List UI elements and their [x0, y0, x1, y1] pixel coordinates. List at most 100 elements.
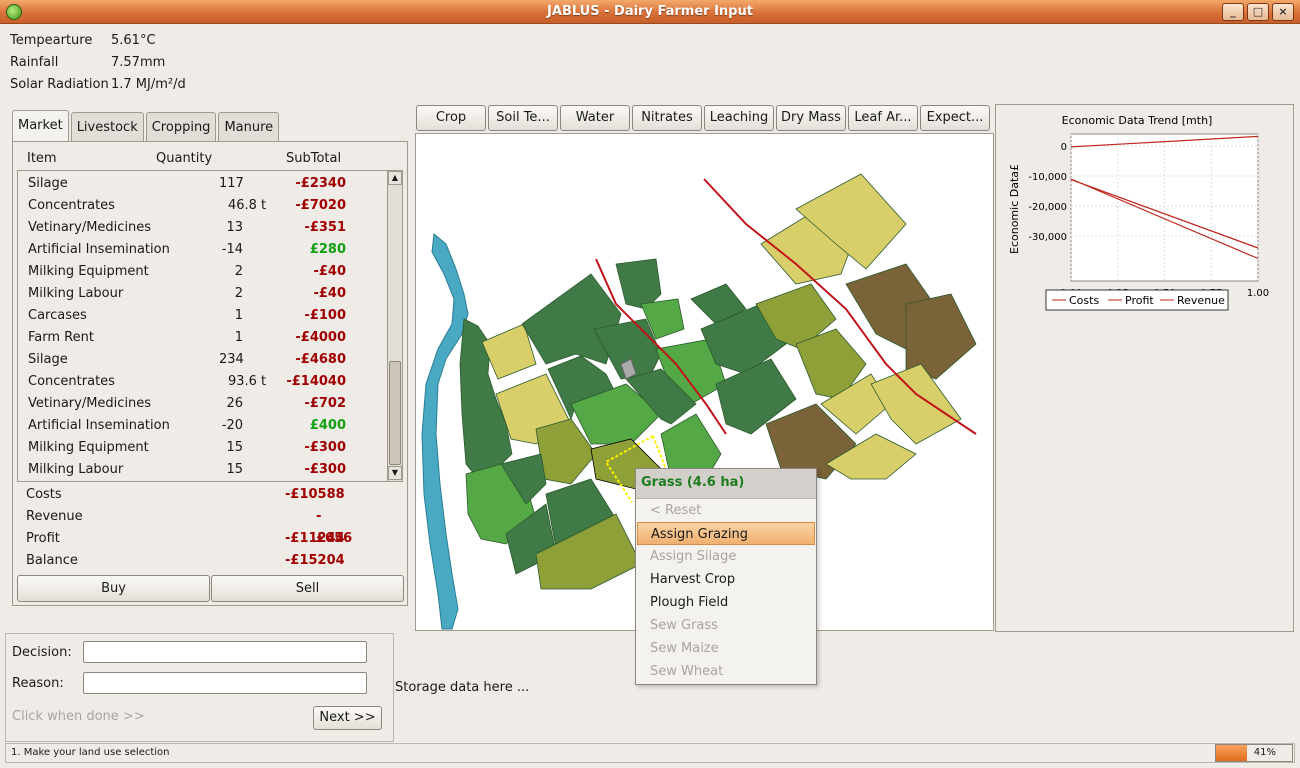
- layer-leaching-button[interactable]: Leaching: [704, 105, 774, 131]
- close-button[interactable]: ×: [1272, 3, 1294, 21]
- rainfall-label: Rainfall: [10, 55, 59, 70]
- economic-chart-panel: Economic Data Trend [mth] Economic Data£…: [995, 104, 1294, 632]
- market-row[interactable]: Artificial Insemination -20 £400: [18, 415, 388, 437]
- market-item-subtotal: -£100: [304, 308, 346, 323]
- layer-crop-button[interactable]: Crop: [416, 105, 486, 131]
- market-row[interactable]: Vetinary/Medicines 13 -£351: [18, 217, 388, 239]
- market-row[interactable]: Vetinary/Medicines 26 -£702: [18, 393, 388, 415]
- field-context-menu: Grass (4.6 ha) < Reset Assign Grazing As…: [635, 468, 817, 685]
- market-item-name: Milking Equipment: [28, 440, 149, 455]
- market-row[interactable]: Carcases 1 -£100: [18, 305, 388, 327]
- scroll-up-arrow-icon[interactable]: ▲: [388, 171, 402, 185]
- market-item-quantity: -14: [221, 242, 243, 257]
- market-row[interactable]: Silage 234 -£4680: [18, 349, 388, 371]
- header-item: Item: [27, 151, 57, 166]
- market-item-subtotal: -£702: [304, 396, 346, 411]
- summary-value: -£10588: [285, 487, 345, 502]
- scroll-thumb[interactable]: [389, 361, 401, 465]
- market-row[interactable]: Artificial Insemination -14 £280: [18, 239, 388, 261]
- header-quantity: Quantity: [156, 151, 213, 166]
- tab-cropping[interactable]: Cropping: [145, 112, 217, 142]
- temperature-value: 5.61°C: [111, 33, 156, 48]
- layer-nitrates-button[interactable]: Nitrates: [632, 105, 702, 131]
- market-row[interactable]: Silage 117 -£2340: [18, 173, 388, 195]
- layer-expected-button[interactable]: Expect...: [920, 105, 990, 131]
- panel-tabs: Market Livestock Cropping Manure: [12, 110, 281, 142]
- market-list-scrollbar[interactable]: ▲ ▼: [387, 171, 402, 481]
- menu-item-reset[interactable]: < Reset: [636, 499, 816, 522]
- tab-manure[interactable]: Manure: [218, 112, 280, 142]
- header-subtotal: SubTotal: [286, 151, 342, 166]
- market-row[interactable]: Milking Equipment 15 -£300: [18, 437, 388, 459]
- decision-panel: Decision: Reason: Click when done >> Nex…: [5, 633, 394, 742]
- menu-item-assign-grazing[interactable]: Assign Grazing: [637, 522, 815, 545]
- menu-item-assign-silage[interactable]: Assign Silage: [636, 545, 816, 568]
- summary-label: Revenue: [26, 509, 83, 524]
- market-item-subtotal: -£40: [313, 286, 346, 301]
- tab-livestock[interactable]: Livestock: [70, 112, 144, 142]
- menu-item-harvest-crop[interactable]: Harvest Crop: [636, 568, 816, 591]
- buy-button[interactable]: Buy: [17, 575, 210, 602]
- done-hint-link[interactable]: Click when done >>: [12, 709, 145, 724]
- app-icon: [6, 4, 22, 20]
- market-row[interactable]: Concentrates 46.8 t -£7020: [18, 195, 388, 217]
- minimize-button[interactable]: _: [1222, 3, 1244, 21]
- market-item-name: Vetinary/Medicines: [28, 396, 152, 411]
- market-item-unit: t: [261, 198, 267, 213]
- market-item-quantity: 26: [226, 396, 243, 411]
- market-item-quantity: 117: [219, 176, 244, 191]
- market-row[interactable]: Farm Rent 1 -£4000: [18, 327, 388, 349]
- market-item-name: Milking Equipment: [28, 264, 149, 279]
- reason-input[interactable]: [83, 672, 367, 694]
- scroll-down-arrow-icon[interactable]: ▼: [388, 466, 402, 480]
- summary-label: Balance: [26, 553, 78, 568]
- weather-info: Tempearture 5.61°C Rainfall 7.57mm Solar R…: [10, 30, 186, 96]
- layer-leaf-area-button[interactable]: Leaf Ar...: [848, 105, 918, 131]
- legend-label-profit: Profit: [1125, 294, 1154, 307]
- market-row[interactable]: Concentrates 93.6 t -£14040: [18, 371, 388, 393]
- market-row[interactable]: Milking Equipment 2 -£40: [18, 261, 388, 283]
- chart-y-tick-label: -30,000: [1028, 232, 1067, 243]
- progress-text: 41%: [1253, 747, 1276, 758]
- decision-input[interactable]: [83, 641, 367, 663]
- market-item-subtotal: -£4680: [295, 352, 346, 367]
- tab-market[interactable]: Market: [12, 110, 69, 142]
- market-item-quantity: 234: [219, 352, 244, 367]
- menu-item-sew-wheat[interactable]: Sew Wheat: [636, 660, 816, 683]
- market-panel: Item Quantity SubTotal Silage 117 -£2340 Co…: [12, 141, 408, 606]
- next-button[interactable]: Next >>: [313, 706, 382, 730]
- market-item-unit: t: [261, 374, 267, 389]
- market-item-name: Artificial Insemination: [28, 418, 170, 433]
- summary-costs-row: Costs -£10588: [26, 484, 346, 506]
- field: [870, 363, 962, 445]
- reason-label: Reason:: [12, 676, 64, 691]
- status-bar: 1. Make your land use selection: [5, 743, 1295, 763]
- market-item-quantity: 1: [234, 308, 243, 323]
- sell-button[interactable]: Sell: [211, 575, 404, 602]
- maximize-button[interactable]: □: [1247, 3, 1269, 21]
- market-row[interactable]: Milking Labour 15 -£300: [18, 459, 388, 481]
- layer-water-button[interactable]: Water: [560, 105, 630, 131]
- map-layer-toolbar: Crop Soil Te... Water Nitrates Leaching …: [416, 105, 990, 131]
- chart-title: Economic Data Trend [mth]: [1062, 114, 1213, 127]
- layer-dry-mass-button[interactable]: Dry Mass: [776, 105, 846, 131]
- chart-y-tick-label: -10,000: [1028, 172, 1067, 183]
- market-item-subtotal: -£300: [304, 462, 346, 477]
- market-item-name: Silage: [28, 176, 68, 191]
- market-item-quantity: 2: [234, 264, 243, 279]
- decision-label: Decision:: [12, 645, 72, 660]
- menu-item-plough-field[interactable]: Plough Field: [636, 591, 816, 614]
- market-item-subtotal: -£7020: [295, 198, 346, 213]
- layer-soil-button[interactable]: Soil Te...: [488, 105, 558, 131]
- market-item-quantity: 93.6: [228, 374, 257, 389]
- menu-item-sew-maize[interactable]: Sew Maize: [636, 637, 816, 660]
- chart-y-axis-label: Economic Data£: [1008, 164, 1021, 254]
- solar-radiation-label: Solar Radiation: [10, 77, 109, 92]
- market-item-quantity: -20: [221, 418, 243, 433]
- menu-item-sew-grass[interactable]: Sew Grass: [636, 614, 816, 637]
- market-item-list[interactable]: Silage 117 -£2340 Concentrates 46.8 t -£7020 Ve…: [17, 170, 403, 482]
- market-item-quantity: 2: [234, 286, 243, 301]
- market-item-name: Concentrates: [28, 198, 115, 213]
- market-row[interactable]: Milking Labour 2 -£40: [18, 283, 388, 305]
- market-item-name: Carcases: [28, 308, 87, 323]
